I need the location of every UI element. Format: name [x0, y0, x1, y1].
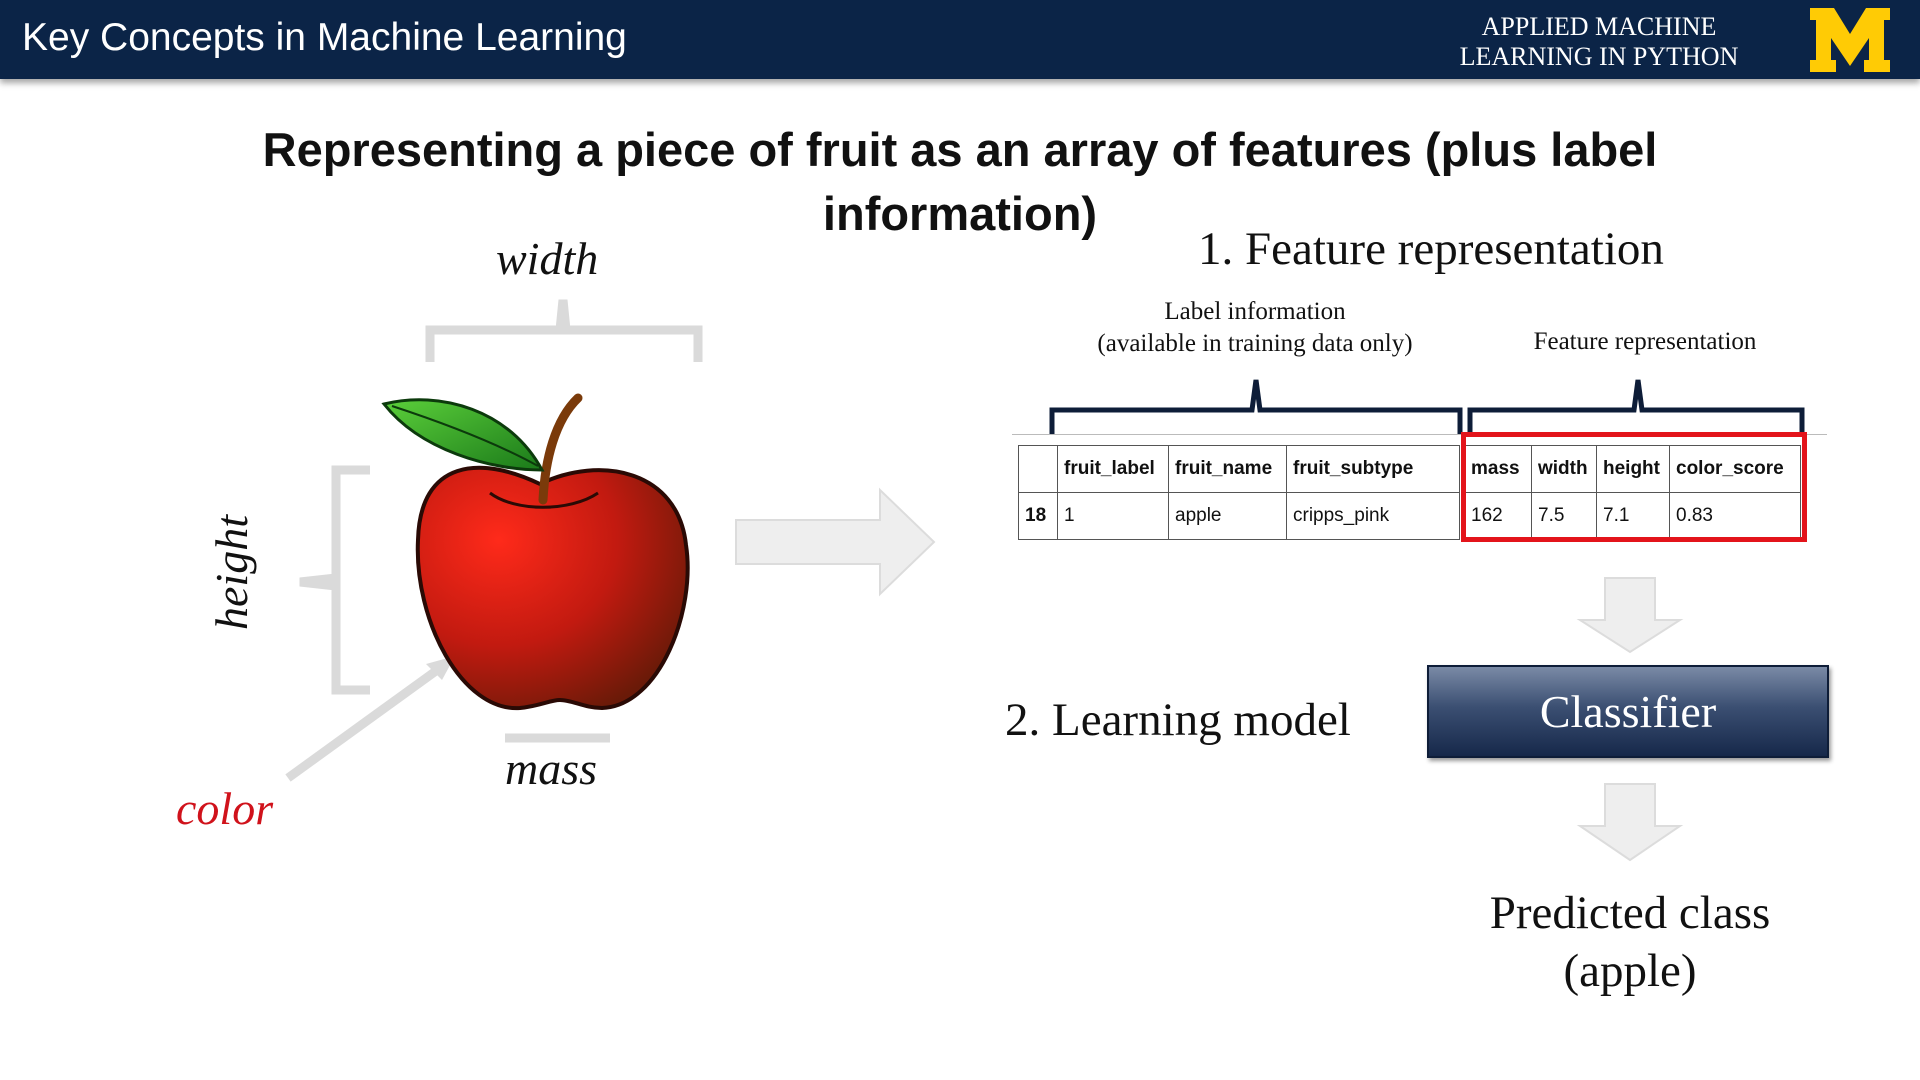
cell-fruit-label: 1	[1057, 492, 1169, 540]
feature-brace	[1467, 379, 1805, 434]
height-label: height	[206, 515, 257, 630]
cell-index: 18	[1018, 492, 1058, 540]
feature-highlight-box	[1461, 432, 1807, 542]
down-arrow-icon-2	[1576, 783, 1684, 862]
apple-icon	[381, 393, 690, 711]
mass-label: mass	[505, 743, 598, 794]
height-bracket	[299, 465, 370, 695]
feature-representation-heading: 1. Feature representation	[1198, 223, 1664, 275]
width-bracket	[425, 299, 703, 362]
classifier-label: Classifier	[1539, 686, 1717, 737]
predicted-class-line-1: Predicted class	[1489, 887, 1771, 939]
learning-model-heading: 2. Learning model	[1005, 694, 1351, 746]
header-cell-index	[1018, 445, 1058, 493]
label-information-caption: Label information (available in training…	[1060, 296, 1450, 360]
feature-representation-caption: Feature representation	[1533, 328, 1757, 355]
input-arrow-icon	[735, 487, 936, 597]
width-label: width	[496, 233, 599, 284]
label-info-line-1: Label information	[1164, 298, 1346, 325]
color-label: color	[176, 783, 274, 834]
cell-fruit-subtype: cripps_pink	[1286, 492, 1460, 540]
color-arrow	[285, 664, 443, 782]
classifier-box: Classifier	[1427, 665, 1829, 758]
predicted-class-line-2: (apple)	[1563, 945, 1697, 997]
predicted-class: Predicted class (apple)	[1440, 884, 1820, 1000]
label-info-line-2: (available in training data only)	[1097, 330, 1413, 357]
label-brace	[1049, 379, 1463, 434]
header-cell-fruit-label: fruit_label	[1057, 445, 1169, 493]
down-arrow-icon-1	[1576, 577, 1684, 654]
cell-fruit-name: apple	[1168, 492, 1287, 540]
header-cell-fruit-subtype: fruit_subtype	[1286, 445, 1460, 493]
header-cell-fruit-name: fruit_name	[1168, 445, 1287, 493]
